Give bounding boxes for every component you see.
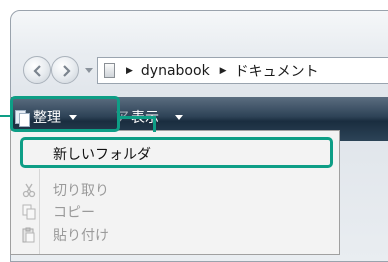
- breadcrumb-item[interactable]: dynabook: [141, 63, 210, 79]
- breadcrumb-item[interactable]: ドキュメント: [235, 61, 319, 81]
- navigation-area: ▶ dynabook ▶ ドキュメント: [11, 11, 388, 97]
- folder-location-icon: [104, 63, 115, 78]
- menu-item-label: 貼り付け: [53, 227, 109, 244]
- menu-item-label: 切り取り: [53, 182, 109, 199]
- back-button[interactable]: [23, 56, 51, 84]
- history-dropdown-icon[interactable]: [85, 68, 93, 73]
- callout-connector: [119, 116, 156, 119]
- back-arrow-icon: [33, 65, 41, 77]
- new-folder-highlight-callout: [20, 137, 333, 168]
- address-bar[interactable]: ▶ dynabook ▶ ドキュメント: [97, 57, 388, 84]
- scissors-icon: [22, 183, 36, 197]
- chevron-down-icon: [175, 114, 183, 120]
- menu-item-copy[interactable]: コピー: [11, 200, 339, 223]
- menu-item-cut[interactable]: 切り取り: [11, 178, 339, 201]
- forward-button[interactable]: [51, 56, 79, 84]
- callout-connector: [153, 116, 156, 132]
- paste-icon: [22, 227, 35, 242]
- breadcrumb-separator-icon[interactable]: ▶: [220, 66, 227, 76]
- menu-item-label: コピー: [53, 204, 95, 221]
- organize-highlight-callout: [10, 96, 120, 132]
- copy-icon: [22, 204, 36, 219]
- forward-arrow-icon: [63, 65, 71, 77]
- breadcrumb-separator-icon[interactable]: ▶: [126, 66, 133, 76]
- menu-item-paste[interactable]: 貼り付け: [11, 223, 339, 246]
